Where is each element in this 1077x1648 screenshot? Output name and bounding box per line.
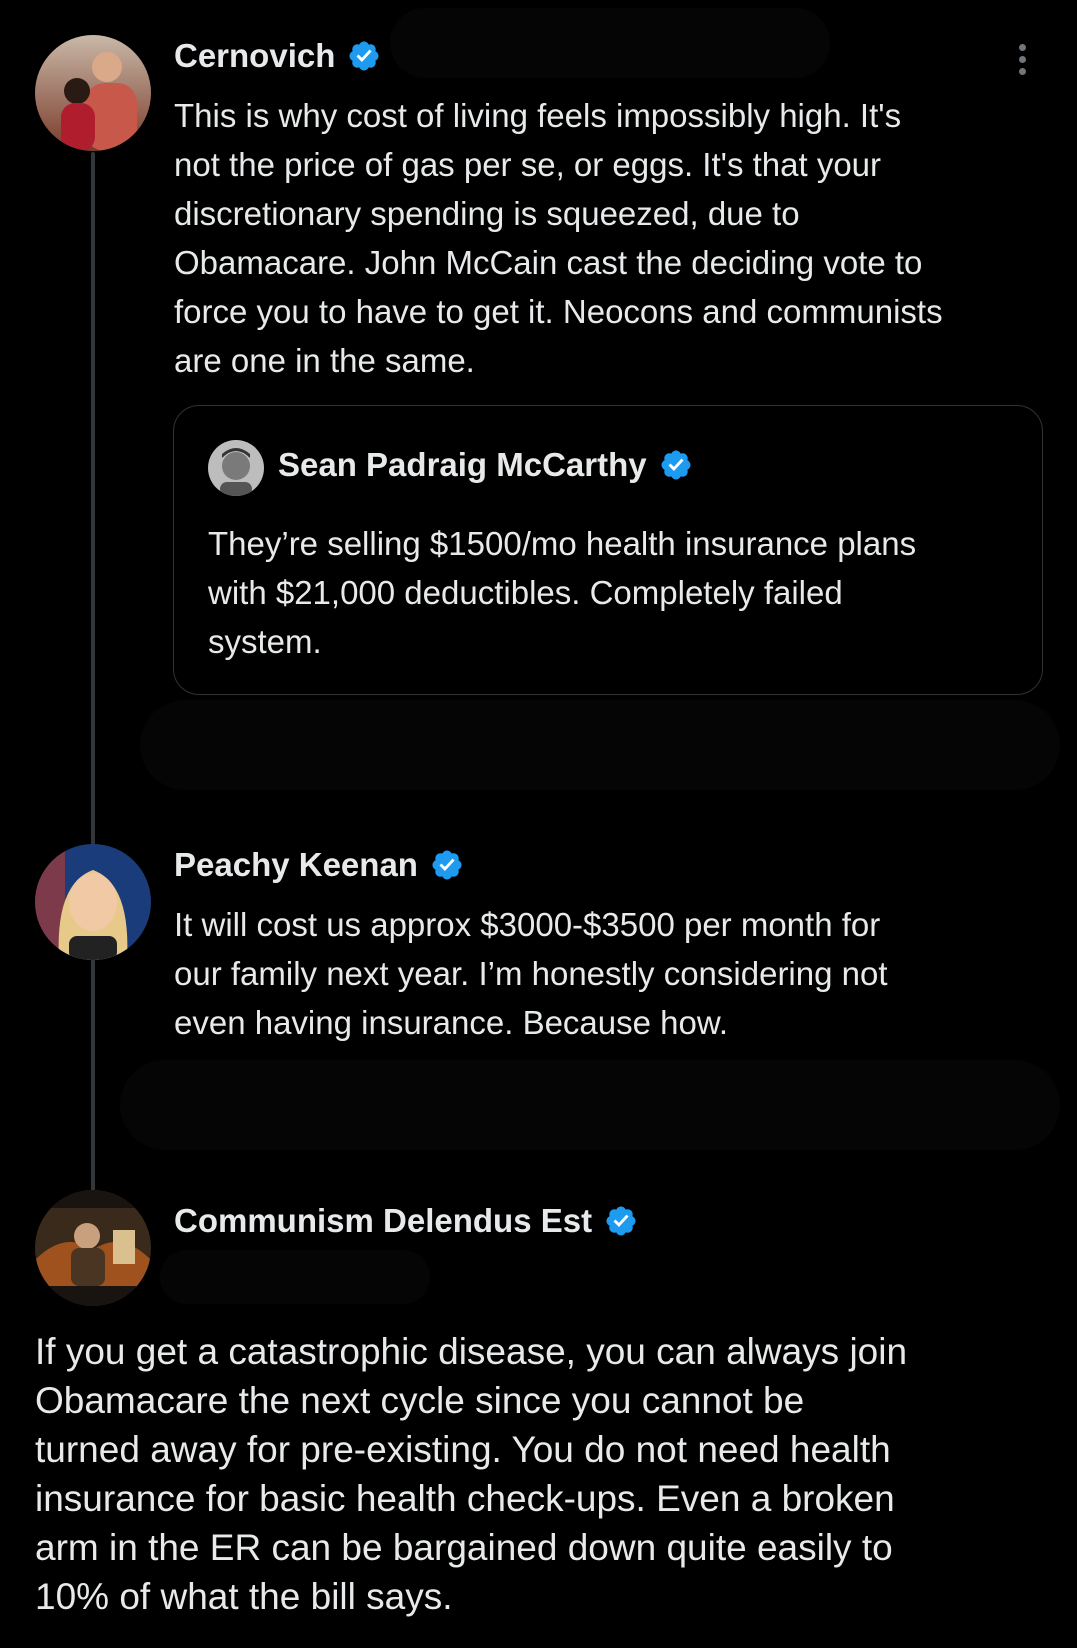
redaction-scribble	[140, 700, 1060, 790]
verified-badge-icon	[349, 41, 379, 71]
post-author-row: Cernovich	[174, 37, 381, 75]
redaction-scribble	[120, 1060, 1060, 1150]
post-text: If you get a catastrophic disease, you c…	[35, 1331, 908, 1617]
redaction-scribble	[160, 1250, 430, 1304]
post-text: This is why cost of living feels impossi…	[174, 97, 943, 379]
avatar-photo-icon	[35, 35, 151, 151]
avatar[interactable]	[35, 844, 151, 960]
avatar[interactable]	[35, 35, 151, 151]
quote-avatar	[208, 440, 264, 496]
redaction-scribble	[390, 8, 830, 78]
verified-badge-icon	[606, 1206, 636, 1236]
thread-connector-line	[91, 152, 95, 1192]
verified-badge-icon	[661, 450, 691, 480]
avatar[interactable]	[35, 1190, 151, 1306]
author-name[interactable]: Cernovich	[174, 37, 335, 75]
avatar-photo-icon	[35, 1190, 151, 1306]
author-name[interactable]: Peachy Keenan	[174, 846, 418, 884]
post-text: It will cost us approx $3000-$3500 per m…	[174, 906, 888, 1041]
more-options-icon[interactable]	[1012, 44, 1032, 80]
author-name[interactable]: Communism Delendus Est	[174, 1202, 592, 1240]
avatar-photo-icon	[35, 844, 151, 960]
quoted-post-card[interactable]: Sean Padraig McCarthy They’re selling $1…	[173, 405, 1043, 695]
post-author-row: Peachy Keenan	[174, 846, 464, 884]
avatar-photo-icon	[208, 440, 264, 496]
post-author-row: Communism Delendus Est	[174, 1202, 638, 1240]
quote-author-row: Sean Padraig McCarthy	[278, 446, 693, 484]
verified-badge-icon	[432, 850, 462, 880]
quote-text: They’re selling $1500/mo health insuranc…	[208, 525, 917, 660]
quote-author-name[interactable]: Sean Padraig McCarthy	[278, 446, 647, 484]
